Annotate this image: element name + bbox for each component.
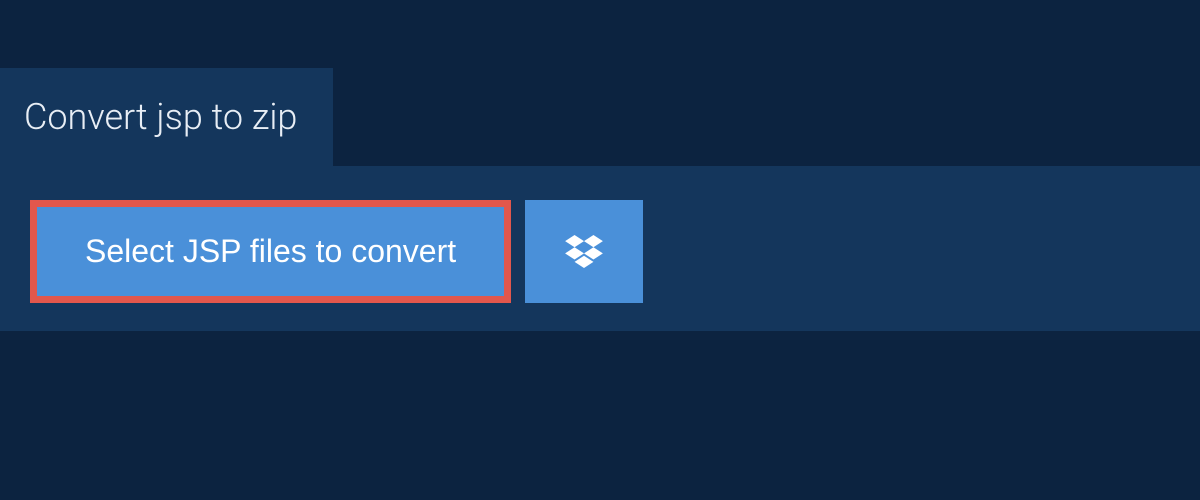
- select-files-button[interactable]: Select JSP files to convert: [30, 200, 511, 303]
- dropbox-icon: [565, 235, 603, 269]
- tab-convert[interactable]: Convert jsp to zip: [0, 68, 333, 166]
- select-files-label: Select JSP files to convert: [85, 233, 456, 270]
- upload-panel: Select JSP files to convert: [0, 166, 1200, 331]
- dropbox-button[interactable]: [525, 200, 643, 303]
- tab-title: Convert jsp to zip: [24, 96, 297, 138]
